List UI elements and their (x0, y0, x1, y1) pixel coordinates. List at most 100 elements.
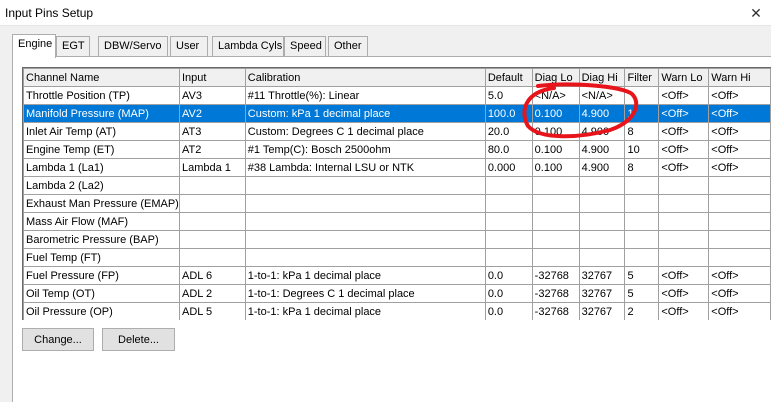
table-row[interactable]: Exhaust Man Pressure (EMAP) (23, 194, 771, 213)
table-row[interactable]: Lambda 1 (La1) Lambda 1 #38 Lambda: Intern… (23, 158, 771, 177)
column-header-channel[interactable]: Channel Name (23, 68, 180, 87)
cell-filter[interactable] (624, 230, 660, 249)
cell-input[interactable]: ADL 5 (178, 302, 246, 320)
cell-filter[interactable]: 5 (624, 284, 660, 303)
cell-warn-lo[interactable] (658, 176, 710, 195)
cell-diag-hi[interactable]: 32767 (578, 302, 626, 320)
column-header-filter[interactable]: Filter (624, 68, 660, 87)
cell-channel[interactable]: Fuel Pressure (FP) (23, 266, 180, 285)
cell-diag-lo[interactable]: 0.100 (531, 104, 580, 123)
cell-diag-lo[interactable]: 0.100 (531, 140, 580, 159)
cell-input[interactable] (178, 248, 246, 267)
cell-diag-hi[interactable]: 4.900 (578, 104, 626, 123)
column-header-diag-hi[interactable]: Diag Hi (578, 68, 626, 87)
cell-warn-lo[interactable]: <Off> (658, 122, 710, 141)
table-row[interactable]: Oil Pressure (OP) ADL 5 1-to-1: kPa 1 deci… (23, 302, 771, 320)
cell-calibration[interactable]: Custom: kPa 1 decimal place (244, 104, 486, 123)
cell-diag-hi[interactable]: 4.900 (578, 122, 626, 141)
cell-channel[interactable]: Fuel Temp (FT) (23, 248, 180, 267)
cell-warn-hi[interactable]: <Off> (708, 284, 771, 303)
cell-diag-hi[interactable] (578, 176, 626, 195)
cell-channel[interactable]: Engine Temp (ET) (23, 140, 180, 159)
cell-input[interactable] (178, 176, 246, 195)
cell-filter[interactable]: 8 (624, 158, 660, 177)
cell-diag-lo[interactable] (531, 230, 580, 249)
cell-input[interactable]: AV2 (178, 104, 246, 123)
cell-diag-lo[interactable]: -32768 (531, 284, 580, 303)
cell-input[interactable]: Lambda 1 (178, 158, 246, 177)
cell-calibration[interactable] (244, 212, 486, 231)
cell-default[interactable] (484, 212, 533, 231)
cell-channel[interactable]: Mass Air Flow (MAF) (23, 212, 180, 231)
cell-input[interactable]: AT3 (178, 122, 246, 141)
cell-warn-hi[interactable] (708, 230, 771, 249)
cell-input[interactable] (178, 194, 246, 213)
cell-default[interactable]: 0.0 (484, 284, 533, 303)
cell-diag-hi[interactable]: 32767 (578, 266, 626, 285)
cell-input[interactable]: AV3 (178, 86, 246, 105)
cell-default[interactable] (484, 194, 533, 213)
input-pins-grid[interactable]: Channel Name Input Calibration Default Diag … (22, 67, 771, 320)
cell-default[interactable]: 100.0 (484, 104, 533, 123)
table-row[interactable]: Throttle Position (TP) AV3 #11 Throttle(%)… (23, 86, 771, 105)
cell-warn-hi[interactable]: <Off> (708, 104, 771, 123)
cell-default[interactable]: 0.0 (484, 302, 533, 320)
cell-diag-lo[interactable]: 0.100 (531, 158, 580, 177)
cell-diag-hi[interactable] (578, 230, 626, 249)
cell-channel[interactable]: Exhaust Man Pressure (EMAP) (23, 194, 180, 213)
cell-diag-lo[interactable] (531, 248, 580, 267)
cell-channel[interactable]: Throttle Position (TP) (23, 86, 180, 105)
cell-input[interactable]: ADL 2 (178, 284, 246, 303)
cell-calibration[interactable]: 1-to-1: kPa 1 decimal place (244, 302, 486, 320)
cell-warn-lo[interactable]: <Off> (658, 302, 710, 320)
cell-default[interactable]: 20.0 (484, 122, 533, 141)
cell-filter[interactable]: 1 (624, 104, 660, 123)
cell-diag-hi[interactable] (578, 248, 626, 267)
table-row[interactable]: Fuel Temp (FT) (23, 248, 771, 267)
cell-channel[interactable]: Barometric Pressure (BAP) (23, 230, 180, 249)
cell-diag-lo[interactable]: <N/A> (531, 86, 580, 105)
cell-filter[interactable]: 2 (624, 302, 660, 320)
delete-button[interactable]: Delete... (102, 328, 175, 351)
cell-calibration[interactable]: #38 Lambda: Internal LSU or NTK (244, 158, 486, 177)
cell-warn-hi[interactable]: <Off> (708, 122, 771, 141)
cell-filter[interactable]: 10 (624, 140, 660, 159)
cell-diag-lo[interactable] (531, 176, 580, 195)
column-header-warn-lo[interactable]: Warn Lo (658, 68, 710, 87)
cell-diag-lo[interactable]: 0.100 (531, 122, 580, 141)
cell-calibration[interactable]: 1-to-1: Degrees C 1 decimal place (244, 284, 486, 303)
cell-diag-hi[interactable]: <N/A> (578, 86, 626, 105)
cell-calibration[interactable]: #1 Temp(C): Bosch 2500ohm (244, 140, 486, 159)
tab-speed[interactable]: Speed (284, 36, 326, 56)
cell-warn-lo[interactable] (658, 248, 710, 267)
cell-channel[interactable]: Manifold Pressure (MAP) (23, 104, 180, 123)
cell-filter[interactable]: 5 (624, 266, 660, 285)
cell-input[interactable] (178, 212, 246, 231)
cell-calibration[interactable]: #11 Throttle(%): Linear (244, 86, 486, 105)
table-row[interactable]: Oil Temp (OT) ADL 2 1-to-1: Degrees C 1 de… (23, 284, 771, 303)
cell-warn-lo[interactable] (658, 194, 710, 213)
cell-calibration[interactable]: 1-to-1: kPa 1 decimal place (244, 266, 486, 285)
cell-warn-lo[interactable]: <Off> (658, 284, 710, 303)
cell-default[interactable] (484, 230, 533, 249)
cell-channel[interactable]: Lambda 2 (La2) (23, 176, 180, 195)
cell-diag-hi[interactable] (578, 212, 626, 231)
cell-warn-hi[interactable] (708, 248, 771, 267)
table-row[interactable]: Manifold Pressure (MAP) AV2 Custom: kPa 1 … (23, 104, 771, 123)
cell-channel[interactable]: Inlet Air Temp (AT) (23, 122, 180, 141)
cell-warn-hi[interactable] (708, 212, 771, 231)
close-icon[interactable]: ✕ (741, 0, 771, 26)
tab-lambda-cyls[interactable]: Lambda Cyls (212, 36, 284, 56)
cell-default[interactable] (484, 176, 533, 195)
cell-warn-hi[interactable]: <Off> (708, 302, 771, 320)
cell-filter[interactable] (624, 248, 660, 267)
cell-calibration[interactable]: Custom: Degrees C 1 decimal place (244, 122, 486, 141)
cell-warn-lo[interactable] (658, 230, 710, 249)
cell-warn-lo[interactable]: <Off> (658, 266, 710, 285)
table-row[interactable]: Barometric Pressure (BAP) (23, 230, 771, 249)
cell-input[interactable]: AT2 (178, 140, 246, 159)
tab-dbw-servo[interactable]: DBW/Servo (98, 36, 168, 56)
column-header-default[interactable]: Default (484, 68, 533, 87)
cell-default[interactable] (484, 248, 533, 267)
column-header-input[interactable]: Input (178, 68, 246, 87)
